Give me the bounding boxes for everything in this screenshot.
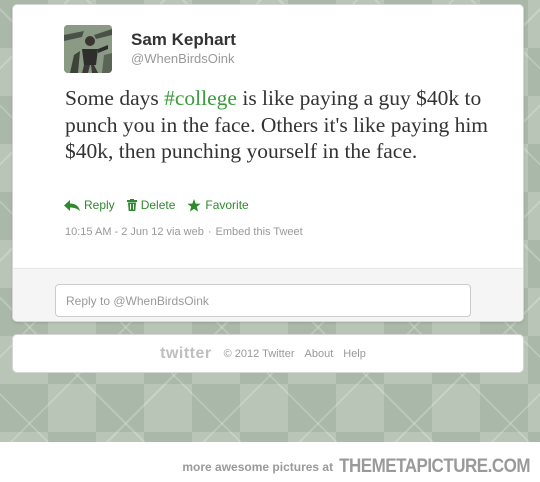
reply-input[interactable]: Reply to @WhenBirdsOink [55,284,471,317]
credit-site-logo: THEMETAPICTURE.COM [339,454,530,477]
reply-arrow-icon [64,199,80,211]
hashtag-link[interactable]: #college [164,86,237,110]
delete-button[interactable]: Delete [126,198,176,212]
copyright-text: © 2012 Twitter [223,347,295,360]
tweet-actions: Reply Delete Favorite [64,198,261,212]
author-handle[interactable]: @WhenBirdsOink [131,51,235,66]
reply-label: Reply [84,198,115,212]
delete-label: Delete [140,198,176,212]
tweet-card: Sam Kephart @WhenBirdsOink Some days #co… [12,4,524,322]
twitter-logo[interactable]: twitter [160,345,212,363]
star-icon [187,198,201,212]
meta-separator: · [207,226,212,238]
author-name[interactable]: Sam Kephart [131,30,236,50]
embed-tweet-link[interactable]: Embed this Tweet [215,226,302,238]
favorite-button[interactable]: Favorite [187,198,249,212]
reply-button[interactable]: Reply [64,198,115,212]
about-link[interactable]: About [305,348,334,360]
trash-icon [126,199,137,211]
avatar[interactable] [64,25,112,73]
site-credit: more awesome pictures at THEMETAPICTURE.… [182,454,530,477]
credit-text: more awesome pictures at [182,460,334,474]
site-footer: twitter © 2012 Twitter About Help [12,334,524,373]
favorite-label: Favorite [205,198,249,212]
tweet-text-part: Some days [65,86,165,110]
tweet-text: Some days #college is like paying a guy … [65,85,515,165]
help-link[interactable]: Help [343,348,366,360]
reply-area: Reply to @WhenBirdsOink [13,268,523,321]
tweet-meta: 10:15 AM - 2 Jun 12 via web · Embed this T… [65,226,303,238]
tweet-timestamp[interactable]: 10:15 AM - 2 Jun 12 via web [65,226,204,238]
